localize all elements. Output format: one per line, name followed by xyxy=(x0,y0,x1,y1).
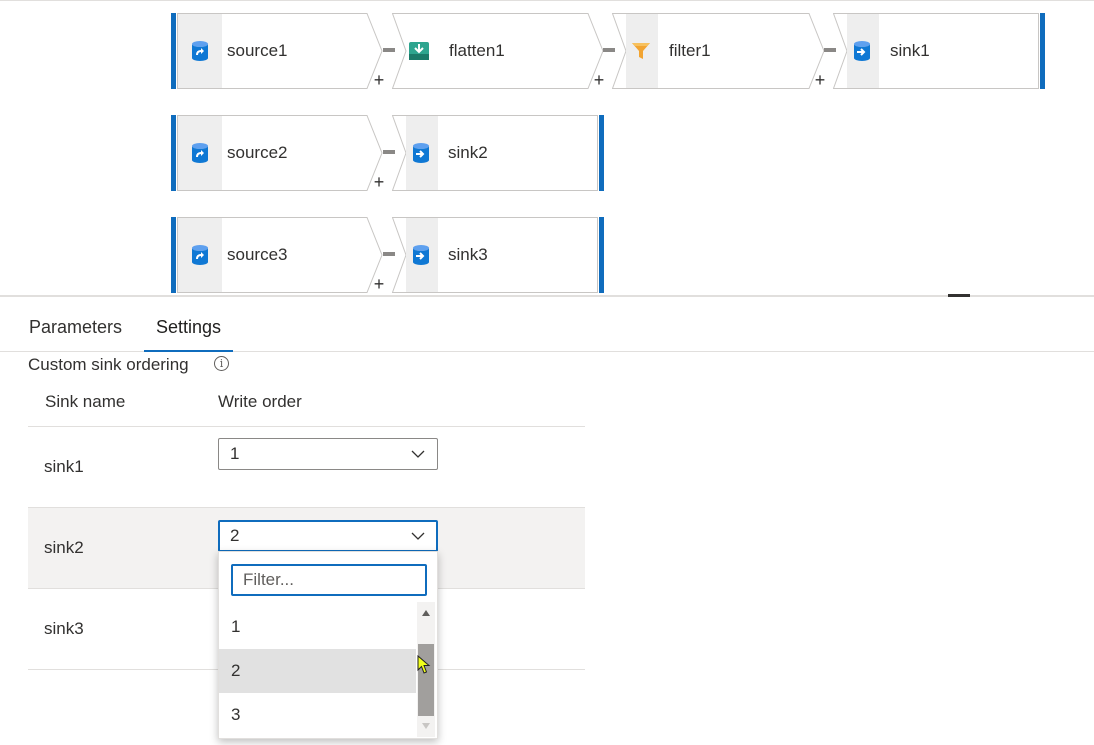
node-sink2[interactable]: sink2 xyxy=(392,115,598,191)
source-icon xyxy=(178,14,222,88)
filter-input[interactable] xyxy=(231,564,427,596)
node-label: sink1 xyxy=(890,41,930,60)
sink2-right-rail xyxy=(599,115,604,191)
dataflow-canvas[interactable]: source1 + flatten1 + filter1 + sink1 sou… xyxy=(0,0,1094,296)
dropdown-value: 2 xyxy=(230,526,240,545)
dropdown-option[interactable]: 3 xyxy=(219,693,416,737)
sink-icon xyxy=(845,14,879,88)
add-transform-button[interactable]: + xyxy=(592,71,606,89)
filter-icon xyxy=(624,14,658,88)
node-label: sink2 xyxy=(448,143,488,162)
chevron-down-icon xyxy=(411,450,425,458)
sink-name: sink2 xyxy=(44,538,84,557)
write-order-dropdown-sink1[interactable]: 1 xyxy=(218,438,438,470)
column-header-write-order: Write order xyxy=(218,392,302,411)
write-order-dropdown-sink2[interactable]: 2 xyxy=(218,520,438,552)
dropdown-option[interactable]: 1 xyxy=(219,605,416,649)
node-label: filter1 xyxy=(669,41,711,60)
dropdown-option-highlighted[interactable]: 2 xyxy=(219,649,416,693)
source1-left-rail xyxy=(171,13,176,89)
column-header-sink-name: Sink name xyxy=(45,392,126,411)
source-icon xyxy=(178,218,222,292)
tab-settings[interactable]: Settings xyxy=(144,305,234,352)
sink-icon xyxy=(404,116,438,190)
dropdown-value: 1 xyxy=(230,444,240,463)
flatten-icon xyxy=(402,14,436,88)
section-title: Custom sink ordering xyxy=(28,355,189,374)
panel-divider[interactable] xyxy=(0,295,1094,297)
dropdown-flyout: 1 2 3 xyxy=(218,551,438,739)
resize-handle[interactable] xyxy=(948,294,970,297)
add-transform-button[interactable]: + xyxy=(813,71,827,89)
tab-parameters[interactable]: Parameters xyxy=(17,305,134,352)
settings-tabs: Parameters Settings xyxy=(0,305,1094,352)
node-sink3[interactable]: sink3 xyxy=(392,217,598,293)
node-source2[interactable]: source2 xyxy=(177,115,383,191)
add-transform-button[interactable]: + xyxy=(372,173,386,191)
add-transform-button[interactable]: + xyxy=(372,275,386,293)
node-filter1[interactable]: filter1 xyxy=(612,13,825,89)
node-source1[interactable]: source1 xyxy=(177,13,383,89)
source-icon xyxy=(178,116,222,190)
node-source3[interactable]: source3 xyxy=(177,217,383,293)
sink1-right-rail xyxy=(1040,13,1045,89)
mouse-cursor-icon xyxy=(417,655,431,674)
node-label: source1 xyxy=(227,41,288,60)
node-flatten1[interactable]: flatten1 xyxy=(392,13,604,89)
sink3-right-rail xyxy=(599,217,604,293)
source3-left-rail xyxy=(171,217,176,293)
sink-name: sink3 xyxy=(44,619,84,638)
sink-name: sink1 xyxy=(44,457,84,476)
sink-icon xyxy=(404,218,438,292)
node-label: flatten1 xyxy=(449,41,505,60)
info-icon[interactable]: i xyxy=(214,356,229,371)
chevron-down-icon xyxy=(411,532,425,540)
scroll-up-icon[interactable] xyxy=(422,610,430,616)
node-label: sink3 xyxy=(448,245,488,264)
node-label: source2 xyxy=(227,143,288,162)
scroll-down-icon[interactable] xyxy=(422,723,430,729)
node-sink1[interactable]: sink1 xyxy=(833,13,1039,89)
node-label: source3 xyxy=(227,245,288,264)
source2-left-rail xyxy=(171,115,176,191)
add-transform-button[interactable]: + xyxy=(372,71,386,89)
